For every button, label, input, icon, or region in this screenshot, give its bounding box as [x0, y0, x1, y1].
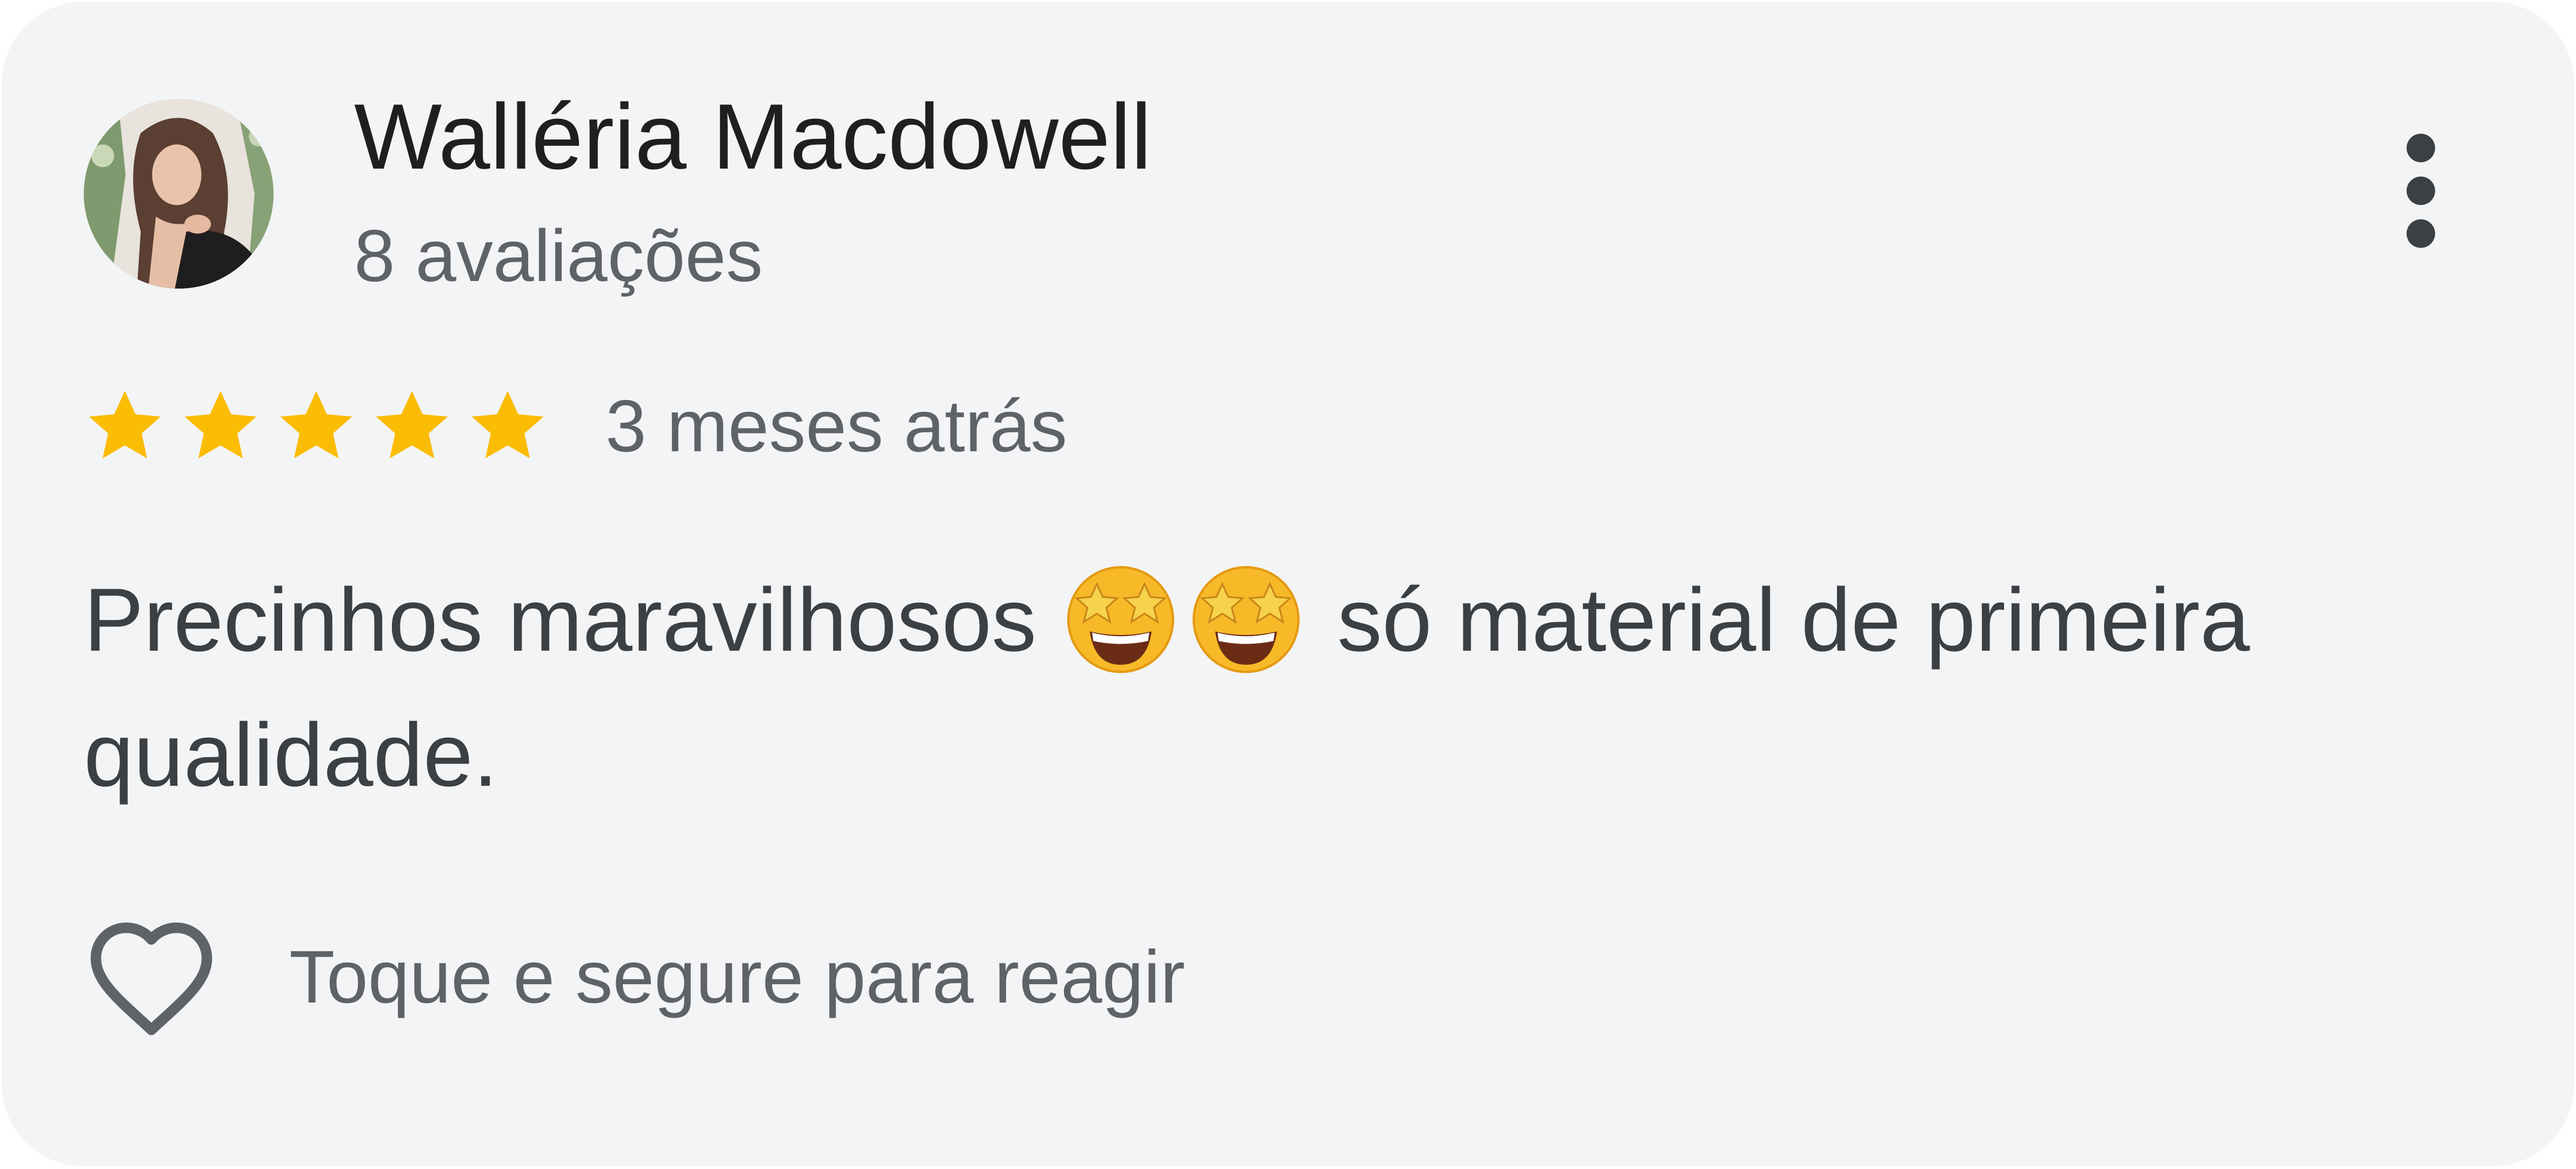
react-label: Toque e segure para reagir: [289, 936, 1186, 1019]
rating-row: 3 meses atrás: [84, 380, 1067, 472]
reviewer-name[interactable]: Walléria Macdowell: [354, 77, 1151, 196]
avatar-photo: [84, 99, 274, 289]
star-icon: [467, 385, 549, 467]
star-struck-emoji: [1061, 558, 1180, 677]
star-icon: [371, 385, 453, 467]
review-text-start: Precinhos maravilhosos: [84, 570, 1062, 670]
review-text: Precinhos maravilhosos só material de pr…: [84, 553, 2408, 823]
avatar[interactable]: [84, 99, 274, 289]
more-options-button[interactable]: [2375, 126, 2467, 256]
star-icon: [275, 385, 357, 467]
star-icon: [179, 385, 262, 467]
review-date: 3 meses atrás: [605, 385, 1068, 467]
reviewer-review-count: 8 avaliações: [354, 215, 763, 297]
heart-outline-icon: [84, 913, 219, 1041]
star-icon: [84, 385, 166, 467]
more-vert-icon: [2406, 133, 2435, 248]
react-button[interactable]: Toque e segure para reagir: [84, 910, 1185, 1045]
star-rating: [84, 385, 562, 467]
review-card: Walléria Macdowell 8 avaliações 3 meses …: [2, 2, 2574, 1166]
star-struck-emoji: [1187, 558, 1306, 677]
